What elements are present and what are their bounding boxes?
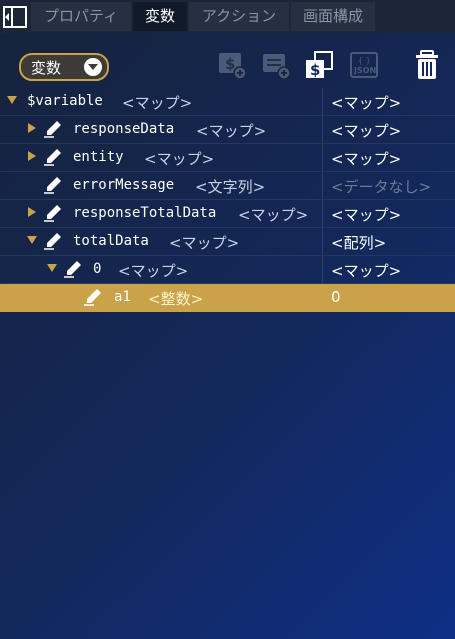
variable-value: 0 bbox=[331, 288, 341, 306]
variable-value: <マップ> bbox=[331, 94, 402, 112]
copy-variable-icon[interactable]: $ bbox=[304, 50, 334, 80]
variable-value: <配列> bbox=[331, 234, 387, 252]
svg-text:{ }: { } bbox=[358, 56, 371, 65]
json-icon[interactable]: { } JSON bbox=[349, 50, 379, 80]
pencil-icon[interactable] bbox=[44, 148, 62, 166]
variable-value: <データなし> bbox=[331, 178, 432, 196]
pencil-icon[interactable] bbox=[44, 232, 62, 250]
pencil-icon[interactable] bbox=[44, 176, 62, 194]
dropdown-label: 変数 bbox=[31, 59, 62, 77]
pencil-icon[interactable] bbox=[44, 204, 62, 222]
variable-name: $variable bbox=[27, 93, 103, 109]
variable-type: <文字列> bbox=[195, 178, 266, 196]
pencil-icon[interactable] bbox=[84, 288, 102, 306]
add-variable-icon[interactable]: $ bbox=[217, 50, 247, 80]
variable-value: <マップ> bbox=[331, 122, 402, 140]
tab-properties[interactable]: プロパティ bbox=[31, 2, 131, 31]
variable-name: a1 bbox=[114, 289, 131, 305]
tab-bar: プロパティ 変数 アクション 画面構成 bbox=[0, 0, 455, 33]
chevron-down-icon bbox=[84, 58, 102, 76]
tree-row-variable[interactable]: $variable <マップ> <マップ> bbox=[0, 88, 455, 116]
variable-value: <マップ> bbox=[331, 206, 402, 224]
variable-name: responseTotalData bbox=[73, 205, 217, 221]
variable-type: <マップ> bbox=[118, 262, 189, 280]
pencil-icon[interactable] bbox=[64, 260, 82, 278]
tree-row-totalData[interactable]: totalData <マップ> <配列> bbox=[0, 228, 455, 256]
variable-name: entity bbox=[73, 149, 124, 165]
variable-scope-dropdown[interactable]: 変数 bbox=[19, 53, 109, 81]
variable-type: <マップ> bbox=[238, 206, 309, 224]
caret-right-icon[interactable] bbox=[27, 151, 37, 161]
variable-type: <整数> bbox=[148, 290, 204, 308]
variable-value: <マップ> bbox=[331, 262, 402, 280]
tab-variables[interactable]: 変数 bbox=[133, 2, 187, 31]
variable-name: 0 bbox=[93, 261, 102, 277]
variable-name: responseData bbox=[73, 121, 175, 137]
variable-name: totalData bbox=[73, 233, 149, 249]
tab-screen-structure[interactable]: 画面構成 bbox=[291, 2, 375, 31]
caret-right-icon[interactable] bbox=[27, 207, 37, 217]
caret-right-icon[interactable] bbox=[27, 123, 37, 133]
panel-toggle-icon[interactable] bbox=[3, 5, 27, 29]
caret-down-icon[interactable] bbox=[27, 235, 37, 245]
tree-row-0[interactable]: 0 <マップ> <マップ> bbox=[0, 256, 455, 284]
caret-down-icon[interactable] bbox=[7, 95, 17, 105]
svg-text:$: $ bbox=[310, 61, 320, 79]
variable-name: errorMessage bbox=[73, 177, 175, 193]
variable-type: <マップ> bbox=[144, 150, 215, 168]
variable-type: <マップ> bbox=[122, 94, 193, 112]
pencil-icon[interactable] bbox=[44, 120, 62, 138]
add-list-icon[interactable] bbox=[261, 50, 291, 80]
variable-type: <マップ> bbox=[169, 234, 240, 252]
caret-down-icon[interactable] bbox=[47, 263, 57, 273]
tree-row-entity[interactable]: entity <マップ> <マップ> bbox=[0, 144, 455, 172]
variable-value: <マップ> bbox=[331, 150, 402, 168]
trash-icon[interactable] bbox=[413, 50, 443, 80]
tab-actions[interactable]: アクション bbox=[189, 2, 289, 31]
tree-row-responseData[interactable]: responseData <マップ> <マップ> bbox=[0, 116, 455, 144]
variable-type: <マップ> bbox=[196, 122, 267, 140]
tree-row-errorMessage[interactable]: errorMessage <文字列> <データなし> bbox=[0, 172, 455, 200]
tree-row-a1[interactable]: a1 <整数> 0 bbox=[0, 284, 455, 312]
json-label: JSON bbox=[353, 66, 376, 75]
tree-row-responseTotalData[interactable]: responseTotalData <マップ> <マップ> bbox=[0, 200, 455, 228]
